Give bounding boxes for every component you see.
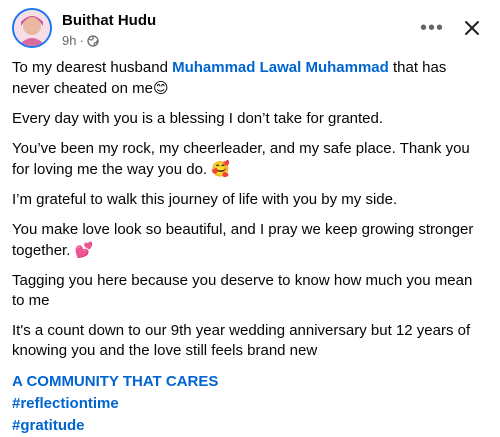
post-paragraph-2: Every day with you is a blessing I don’t… (12, 110, 384, 127)
text-segment: You’ve been my rock, my cheerleader, and… (12, 140, 470, 178)
post-paragraph-5: You make love look so beautiful, and I p… (12, 220, 488, 261)
header-actions: ••• (416, 14, 488, 42)
meta-separator: · (79, 33, 84, 48)
close-icon[interactable] (456, 14, 488, 42)
two-hearts-emoji-icon: 💕 (74, 241, 94, 259)
hashtag-list: A COMMUNITY THAT CARES #reflectiontime #… (12, 371, 488, 437)
smiling-emoji-icon: 😊 (152, 79, 169, 97)
text-segment: To my dearest husband (12, 59, 173, 76)
hashtag-link[interactable]: A COMMUNITY THAT CARES (12, 371, 488, 393)
post-card: Buithat Hudu 9h · ••• To my dearest husb… (0, 0, 500, 434)
post-header: Buithat Hudu 9h · ••• (12, 8, 488, 56)
post-time[interactable]: 9h (62, 33, 76, 48)
more-icon[interactable]: ••• (416, 14, 448, 42)
author-name[interactable]: Buithat Hudu (62, 12, 156, 29)
mention-link[interactable]: Muhammad Lawal Muhammad (172, 59, 389, 76)
post-meta: 9h · (62, 33, 99, 48)
hashtag-link[interactable]: #gratitude (12, 415, 488, 437)
post-paragraph-7: It's a count down to our 9th year weddin… (12, 322, 471, 359)
post-paragraph-1: To my dearest husband Muhammad Lawal Muh… (12, 58, 488, 99)
hashtag-link[interactable]: #reflectiontime (12, 393, 488, 415)
post-paragraph-6: Tagging you here because you deserve to … (12, 272, 473, 309)
post-paragraph-4: I’m grateful to walk this journey of lif… (12, 191, 398, 208)
globe-icon[interactable] (87, 34, 99, 47)
post-body: To my dearest husband Muhammad Lawal Muh… (12, 58, 488, 437)
avatar[interactable] (12, 8, 52, 48)
hearts-face-emoji-icon: 🥰 (211, 160, 230, 178)
post-paragraph-3: You’ve been my rock, my cheerleader, and… (12, 139, 488, 180)
